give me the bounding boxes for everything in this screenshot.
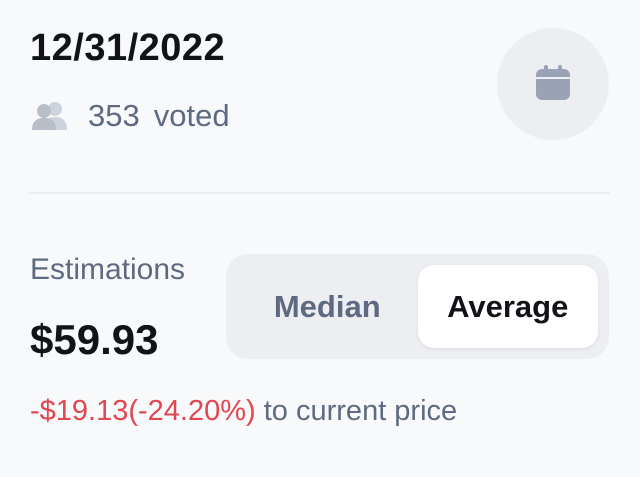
estimations-label: Estimations — [30, 253, 186, 286]
calendar-icon — [533, 62, 573, 107]
vote-label: voted — [153, 98, 230, 133]
change-percent: (-24.20%) — [128, 395, 256, 427]
toggle-median[interactable]: Median — [237, 265, 418, 348]
vote-info: 353 voted — [30, 98, 230, 134]
price-change: -$19.13(-24.20%) to current price — [30, 395, 457, 428]
change-suffix: to current price — [263, 395, 458, 427]
toggle-average[interactable]: Average — [417, 265, 598, 348]
people-icon — [30, 100, 74, 132]
date-title: 12/31/2022 — [30, 27, 226, 69]
estimation-value: $59.93 — [30, 316, 159, 363]
calendar-button[interactable] — [497, 28, 609, 140]
change-amount: -$19.13 — [30, 395, 129, 427]
estimation-toggle: Median Average — [226, 254, 609, 359]
divider — [28, 192, 610, 194]
vote-count: 353 — [88, 98, 140, 133]
